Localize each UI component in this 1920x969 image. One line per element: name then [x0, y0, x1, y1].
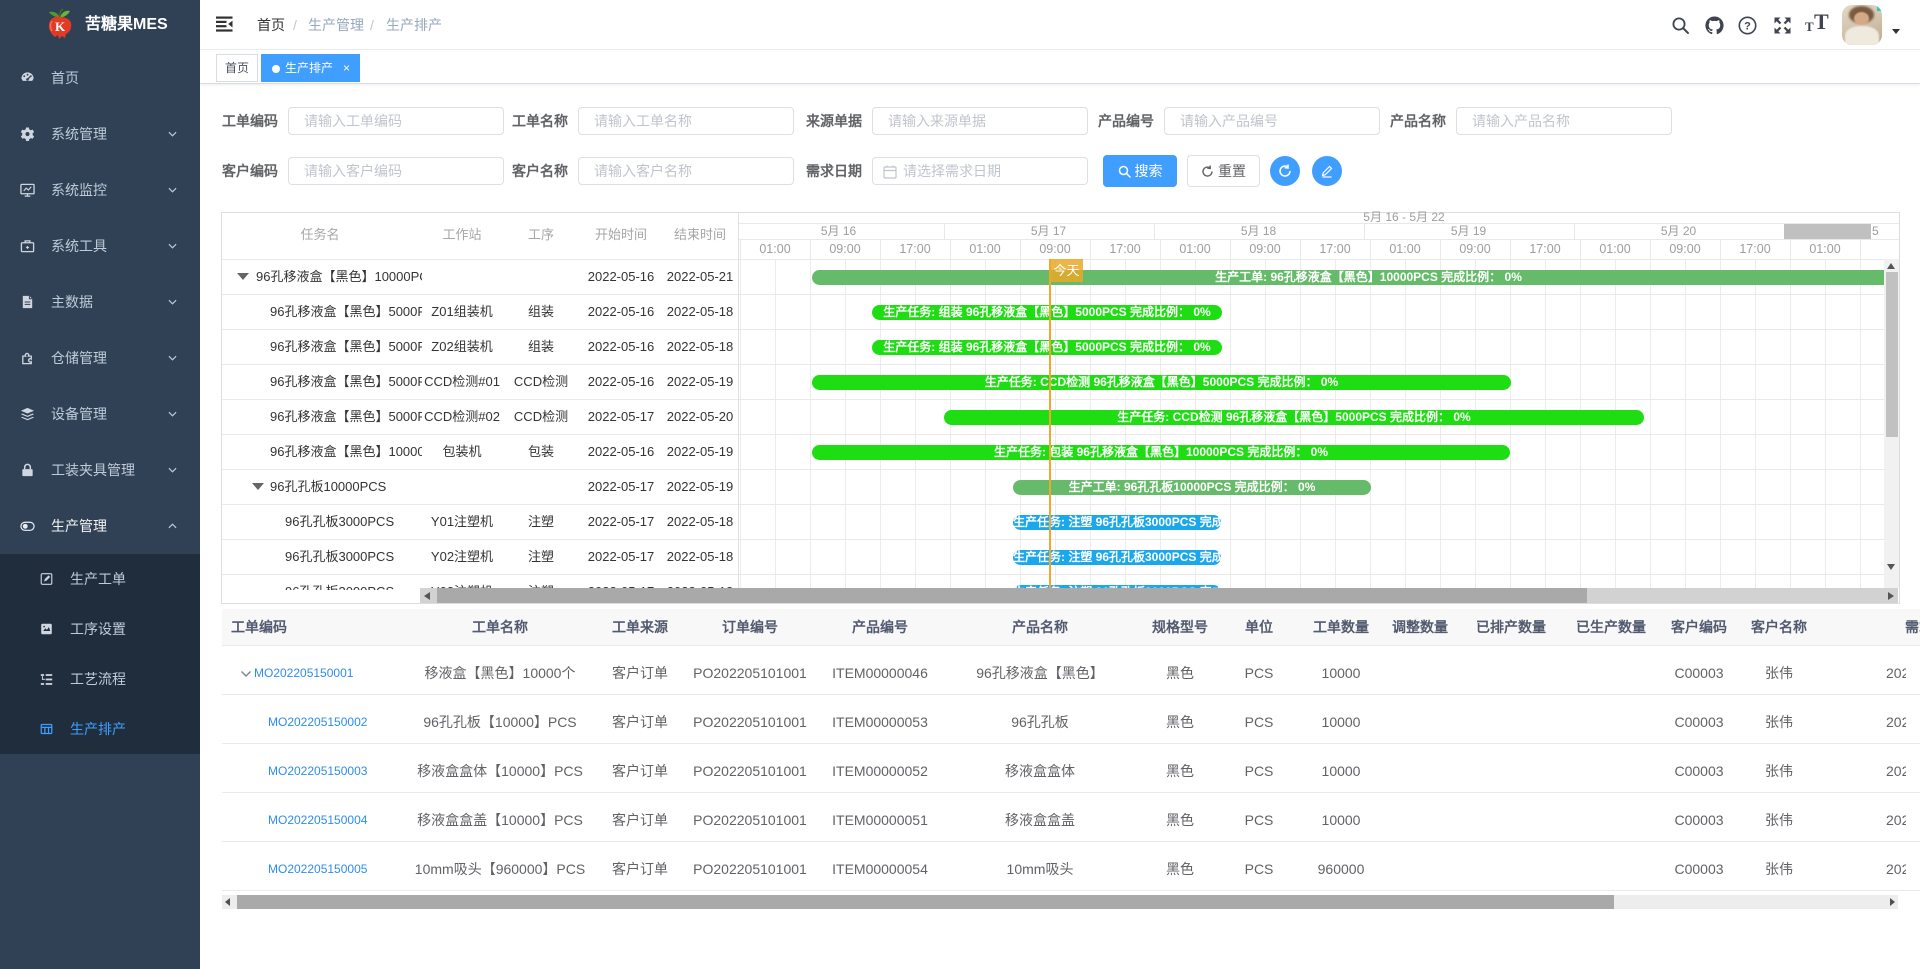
- svg-text:K: K: [55, 19, 66, 34]
- svg-text:?: ?: [1744, 21, 1751, 33]
